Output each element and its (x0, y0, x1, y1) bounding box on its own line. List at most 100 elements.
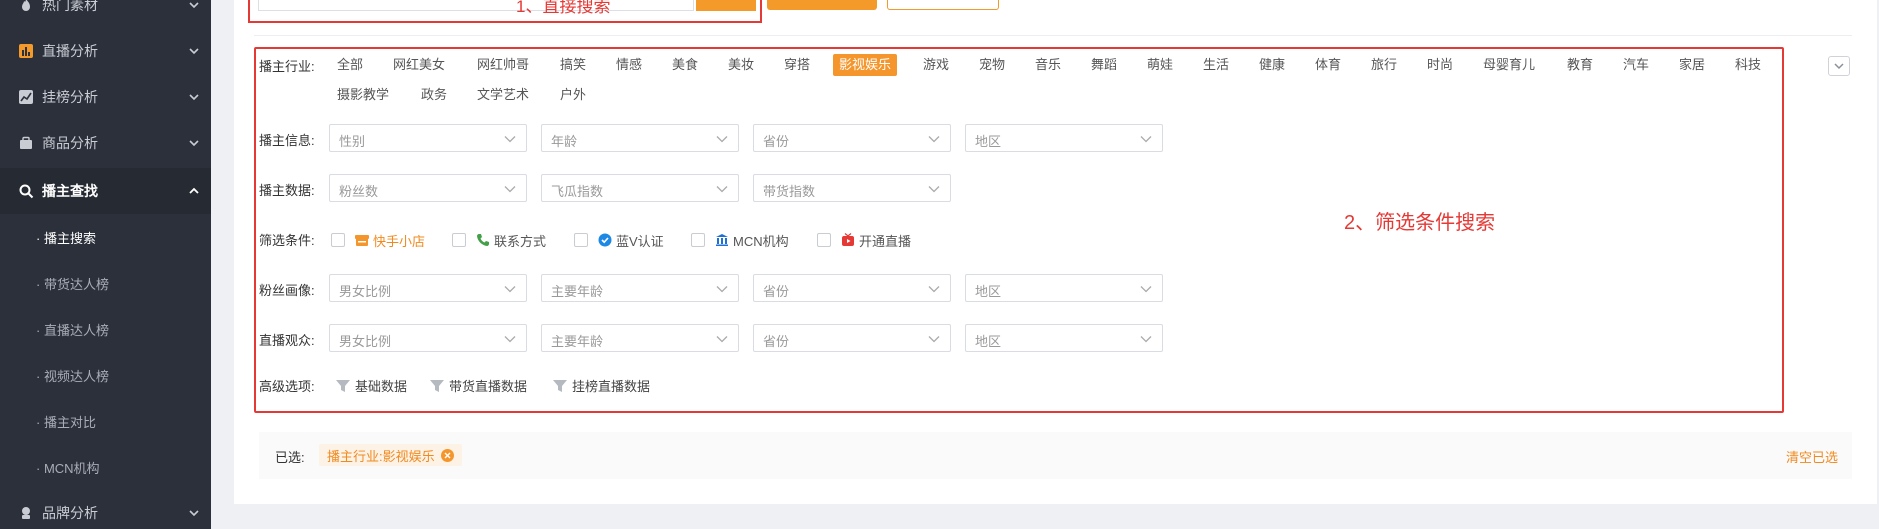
industry-tag[interactable]: 文学艺术 (471, 84, 535, 106)
clear-selected-link[interactable]: 清空已选 (1786, 447, 1838, 466)
sales-index-select[interactable]: 带货指数 (753, 174, 951, 202)
industry-tag[interactable]: 萌娃 (1141, 54, 1179, 76)
feigua-index-select[interactable]: 飞瓜指数 (541, 174, 739, 202)
industry-tag[interactable]: 音乐 (1029, 54, 1067, 76)
chevron-down-icon (716, 286, 728, 293)
chevron-down-icon (928, 336, 940, 343)
checkbox[interactable] (691, 233, 705, 247)
fans-province-select[interactable]: 省份 (753, 274, 951, 302)
advanced-basic-data[interactable]: 基础数据 (335, 376, 407, 395)
industry-tag[interactable]: 全部 (331, 54, 369, 76)
industry-tag[interactable]: 母婴育儿 (1477, 54, 1541, 76)
sub-item-video-ranking[interactable]: · 视频达人榜 (0, 352, 211, 398)
industry-tag[interactable]: 时尚 (1421, 54, 1459, 76)
industry-tag[interactable]: 家居 (1673, 54, 1711, 76)
industry-tag[interactable]: 情感 (610, 54, 648, 76)
industry-tag[interactable]: 美食 (666, 54, 704, 76)
sidebar-item-ranking-analysis[interactable]: 挂榜分析 (0, 74, 211, 120)
industry-tag[interactable]: 户外 (554, 84, 592, 106)
industry-tag[interactable]: 美妆 (722, 54, 760, 76)
sub-item-live-ranking[interactable]: · 直播达人榜 (0, 306, 211, 352)
expand-industry-button[interactable] (1828, 56, 1850, 76)
chevron-down-icon (504, 286, 516, 293)
selected-label: 已选: (275, 450, 305, 465)
industry-tag[interactable]: 健康 (1253, 54, 1291, 76)
province-select[interactable]: 省份 (753, 124, 951, 152)
checkbox[interactable] (452, 233, 466, 247)
sidebar-item-streamer-search[interactable]: 播主查找 (0, 168, 211, 214)
audience-province-select[interactable]: 省份 (753, 324, 951, 352)
industry-tag[interactable]: 舞蹈 (1085, 54, 1123, 76)
sub-item-sales-ranking[interactable]: · 带货达人榜 (0, 260, 211, 306)
advanced-label: 高级选项: (259, 379, 315, 394)
sub-item-mcn[interactable]: · MCN机构 (0, 444, 211, 490)
fans-region-select[interactable]: 地区 (965, 274, 1163, 302)
sidebar-item-label: 商品分析 (42, 135, 98, 151)
search-secondary-button[interactable] (887, 0, 999, 10)
direct-search-frame (248, 0, 762, 23)
industry-tag[interactable]: 旅行 (1365, 54, 1403, 76)
industry-tag[interactable]: 体育 (1309, 54, 1347, 76)
sub-item-streamer-search[interactable]: · 播主搜索 (0, 214, 211, 260)
chevron-down-icon (1140, 136, 1152, 143)
industry-tag[interactable]: 宠物 (973, 54, 1011, 76)
industry-tag[interactable]: 网红美女 (387, 54, 451, 76)
industry-tag[interactable]: 游戏 (917, 54, 955, 76)
sidebar-item-label: 直播分析 (42, 43, 98, 59)
chevron-down-icon (187, 136, 201, 150)
sidebar-item-live-analysis[interactable]: 直播分析 (0, 28, 211, 74)
close-icon[interactable] (440, 448, 454, 462)
sidebar-item-product-analysis[interactable]: 商品分析 (0, 120, 211, 166)
checkbox[interactable] (574, 233, 588, 247)
live-audience-label: 直播观众: (259, 333, 315, 348)
audience-main-age-select[interactable]: 主要年龄 (541, 324, 739, 352)
industry-tag[interactable]: 政务 (415, 84, 453, 106)
audience-region-select[interactable]: 地区 (965, 324, 1163, 352)
search-input[interactable] (258, 0, 694, 11)
fans-main-age-select[interactable]: 主要年龄 (541, 274, 739, 302)
search-button[interactable] (696, 0, 756, 11)
sidebar-item-brand-analysis[interactable]: 品牌分析 (0, 490, 211, 529)
industry-tag[interactable]: 摄影教学 (331, 84, 395, 106)
selected-filter-chip[interactable]: 播主行业:影视娱乐 (319, 444, 462, 466)
search-submit-button[interactable] (767, 0, 877, 10)
industry-tag[interactable]: 生活 (1197, 54, 1235, 76)
checkbox[interactable] (817, 233, 831, 247)
direct-search-annotation: 1、直接搜索 (516, 0, 611, 16)
gender-select[interactable]: 性别 (329, 124, 527, 152)
condition-live[interactable]: 开通直播 (817, 230, 911, 250)
industry-tag[interactable]: 网红帅哥 (471, 54, 535, 76)
industry-label: 播主行业: (259, 59, 315, 74)
industry-tag-selected[interactable]: 影视娱乐 (833, 54, 898, 76)
checkbox[interactable] (331, 233, 345, 247)
info-label: 播主信息: (259, 133, 315, 148)
condition-mcn[interactable]: MCN机构 (691, 230, 789, 250)
advanced-ranking-live-data[interactable]: 挂榜直播数据 (552, 376, 650, 395)
age-select[interactable]: 年龄 (541, 124, 739, 152)
fans-count-select[interactable]: 粉丝数 (329, 174, 527, 202)
chevron-down-icon (1834, 63, 1844, 70)
industry-tag[interactable]: 汽车 (1617, 54, 1655, 76)
chevron-down-icon (928, 136, 940, 143)
advanced-sales-live-data[interactable]: 带货直播数据 (429, 376, 527, 395)
industry-tag[interactable]: 教育 (1561, 54, 1599, 76)
fans-portrait-label: 粉丝画像: (259, 283, 315, 298)
industry-tag[interactable]: 穿搭 (778, 54, 816, 76)
chevron-down-icon (928, 186, 940, 193)
condition-blue-v[interactable]: 蓝V认证 (574, 230, 664, 250)
sub-item-streamer-compare[interactable]: · 播主对比 (0, 398, 211, 444)
condition-kuaishou-shop[interactable]: 快手小店 (331, 230, 425, 250)
industry-tag[interactable]: 科技 (1729, 54, 1767, 76)
sidebar-item-hot-materials[interactable]: 热门素材 (0, 0, 211, 28)
chevron-down-icon (504, 136, 516, 143)
fans-gender-ratio-select[interactable]: 男女比例 (329, 274, 527, 302)
bank-icon (715, 233, 729, 247)
industry-tag[interactable]: 搞笑 (554, 54, 592, 76)
chevron-down-icon (187, 506, 201, 520)
condition-contact[interactable]: 联系方式 (452, 230, 546, 250)
search-icon (18, 183, 34, 199)
region-select[interactable]: 地区 (965, 124, 1163, 152)
chevron-down-icon (928, 286, 940, 293)
audience-gender-ratio-select[interactable]: 男女比例 (329, 324, 527, 352)
bag-icon (18, 135, 34, 151)
